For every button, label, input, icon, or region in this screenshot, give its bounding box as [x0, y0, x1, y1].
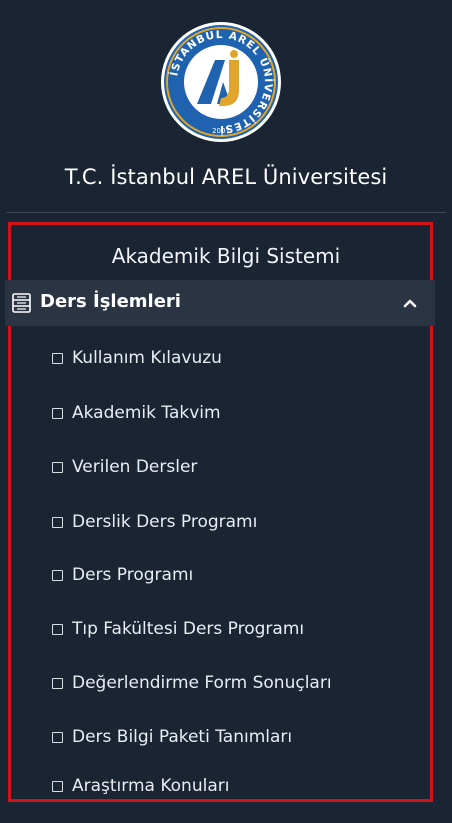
- logo-year: 2007: [212, 127, 230, 135]
- list-document-icon: [12, 293, 31, 313]
- menu-item-verilen-dersler[interactable]: Verilen Dersler: [52, 452, 197, 482]
- menu-item-kullanim-kilavuzu[interactable]: Kullanım Kılavuzu: [52, 343, 222, 373]
- university-name: T.C. İstanbul AREL Üniversitesi: [64, 165, 388, 189]
- menu-item-label: Verilen Dersler: [72, 457, 198, 477]
- menu-item-tip-fakultesi-ders-programi[interactable]: Tıp Fakültesi Ders Programı: [52, 614, 304, 644]
- university-logo[interactable]: İSTANBUL AREL ÜNİVERSİTESİ 2007: [159, 20, 283, 144]
- chevron-up-icon[interactable]: [402, 297, 418, 309]
- square-bullet-icon: [52, 407, 63, 419]
- square-bullet-icon: [52, 623, 63, 635]
- menu-item-label: Değerlendirme Form Sonuçları: [72, 673, 332, 693]
- section-title: Akademik Bilgi Sistemi: [111, 244, 341, 268]
- menu-item-ders-programi[interactable]: Ders Programı: [52, 560, 193, 590]
- menu-item-degerlendirme-form-sonuclari[interactable]: Değerlendirme Form Sonuçları: [52, 668, 332, 698]
- square-bullet-icon: [52, 677, 63, 689]
- menu-group-ders-islemleri[interactable]: Ders İşlemleri: [5, 280, 435, 326]
- square-bullet-icon: [52, 731, 63, 743]
- university-logo-emblem: İSTANBUL AREL ÜNİVERSİTESİ 2007: [161, 22, 281, 142]
- menu-item-label: Kullanım Kılavuzu: [72, 348, 222, 368]
- square-bullet-icon: [52, 352, 63, 364]
- menu-group-label: Ders İşlemleri: [40, 291, 181, 312]
- square-bullet-icon: [52, 569, 63, 581]
- square-bullet-icon: [52, 516, 63, 528]
- menu-item-ders-bilgi-paketi-tanimlari[interactable]: Ders Bilgi Paketi Tanımları: [52, 722, 292, 752]
- square-bullet-icon: [52, 780, 63, 792]
- menu-item-label: Tıp Fakültesi Ders Programı: [72, 619, 305, 639]
- divider: [6, 212, 446, 213]
- menu-item-label: Araştırma Konuları: [72, 776, 230, 796]
- menu-item-label: Akademik Takvim: [72, 403, 221, 423]
- menu-item-arastirma-konulari[interactable]: Araştırma Konuları: [52, 771, 229, 801]
- menu-item-akademik-takvim[interactable]: Akademik Takvim: [52, 398, 221, 428]
- sidebar: İSTANBUL AREL ÜNİVERSİTESİ 2007 T.C. İst…: [0, 0, 452, 823]
- menu-item-label: Ders Bilgi Paketi Tanımları: [72, 727, 293, 747]
- menu-item-label: Derslik Ders Programı: [72, 512, 258, 532]
- square-bullet-icon: [52, 461, 63, 473]
- menu-item-derslik-ders-programi[interactable]: Derslik Ders Programı: [52, 507, 257, 537]
- menu-item-label: Ders Programı: [72, 565, 194, 585]
